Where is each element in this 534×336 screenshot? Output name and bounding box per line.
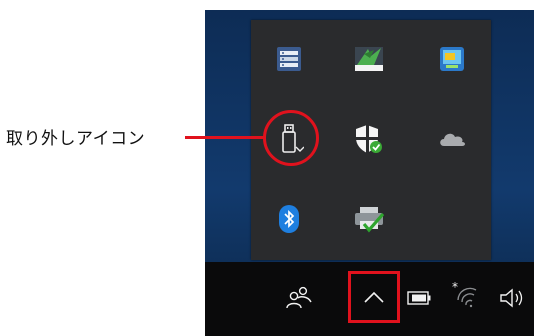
intel-graphics-icon[interactable]: [429, 36, 475, 82]
show-hidden-icons-button[interactable]: [348, 271, 400, 323]
people-icon[interactable]: [283, 283, 315, 311]
onedrive-icon[interactable]: [429, 116, 475, 162]
server-manager-icon[interactable]: [266, 36, 312, 82]
callout-leader-line: [185, 136, 265, 139]
display-app-icon[interactable]: [346, 36, 392, 82]
wifi-icon[interactable]: *: [448, 280, 482, 312]
svg-text:*: *: [452, 280, 458, 294]
windows-security-icon[interactable]: [346, 116, 392, 162]
chevron-up-icon: [363, 290, 385, 304]
battery-icon[interactable]: [406, 289, 434, 307]
callout-label: 取り外しアイコン: [6, 129, 146, 148]
printer-check-icon[interactable]: [346, 196, 392, 242]
speaker-icon[interactable]: [496, 284, 528, 312]
usb-eject-highlight-ring: [263, 110, 319, 166]
bluetooth-icon[interactable]: [266, 196, 312, 242]
